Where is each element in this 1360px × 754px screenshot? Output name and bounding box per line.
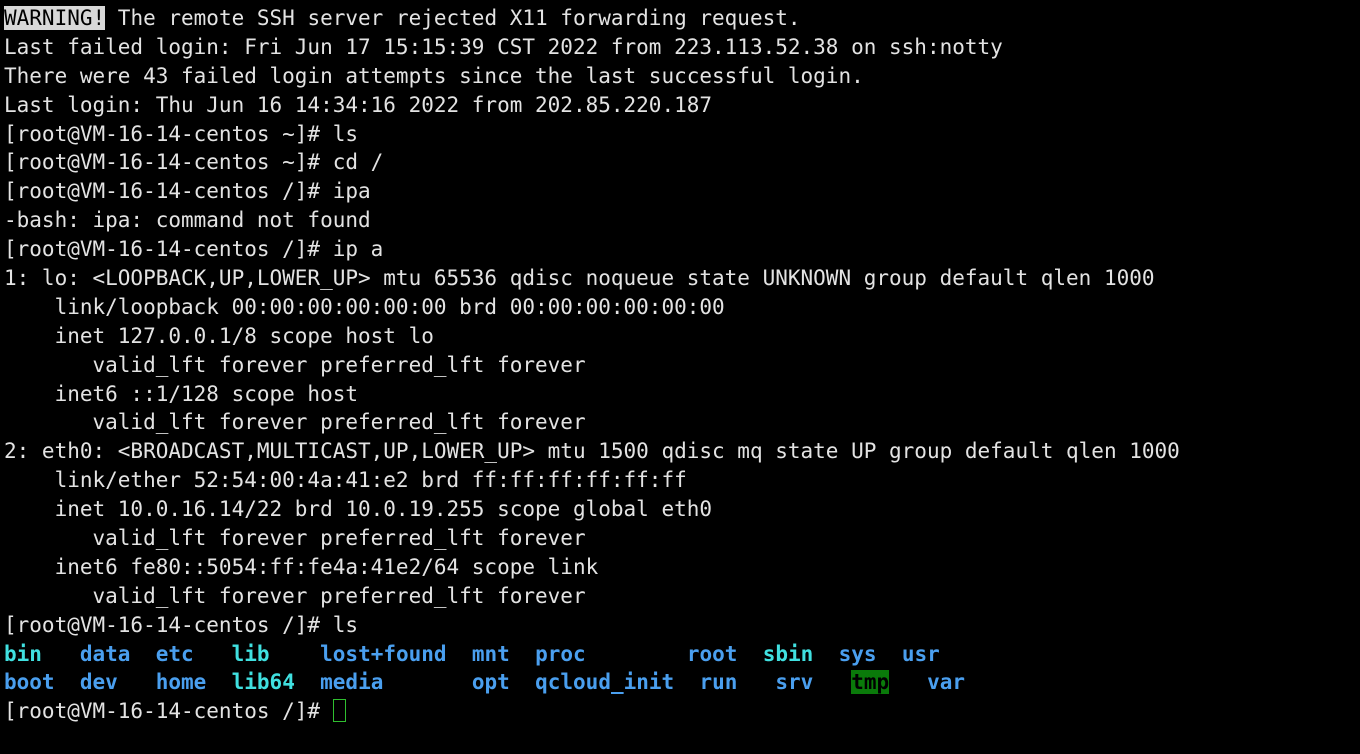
terminal-text-segment: valid_lft forever preferred_lft forever <box>4 583 586 608</box>
terminal-text-segment: Last login: Thu Jun 16 14:34:16 2022 fro… <box>4 92 713 117</box>
terminal-text-segment: 1: lo: <LOOPBACK,UP,LOWER_UP> mtu 65536 … <box>4 266 1155 291</box>
terminal-line-lo-inet6: inet6 ::1/128 scope host <box>4 380 1360 409</box>
terminal-text-segment: lib <box>231 641 270 666</box>
terminal-text-segment: opt <box>471 670 510 695</box>
terminal-text-segment: root <box>686 641 738 666</box>
terminal-line-cmd-ip-a: [root@VM-16-14-centos /]# ip a <box>4 235 1360 264</box>
terminal-line-warning-line: WARNING! The remote SSH server rejected … <box>4 4 1360 33</box>
terminal-line-lo-link: link/loopback 00:00:00:00:00:00 brd 00:0… <box>4 293 1360 322</box>
terminal-text-segment: [root@VM-16-14-centos /]# ip a <box>4 237 384 262</box>
terminal-text-segment: home <box>155 670 207 695</box>
terminal-text-segment: -bash: ipa: command not found <box>4 208 371 233</box>
terminal-text-segment: [root@VM-16-14-centos /]# ls <box>4 612 359 637</box>
terminal-text-segment: usr <box>901 641 940 666</box>
terminal-text-segment: sys <box>838 641 877 666</box>
terminal-text-segment: WARNING! <box>4 6 106 30</box>
terminal-text-segment: sbin <box>762 641 814 666</box>
terminal-text-segment: bin <box>4 641 42 666</box>
terminal-line-last-login: Last login: Thu Jun 16 14:34:16 2022 fro… <box>4 91 1360 120</box>
terminal-line-final-prompt: [root@VM-16-14-centos /]# <box>4 697 1360 726</box>
terminal-line-cmd-ipa-typo: [root@VM-16-14-centos /]# ipa <box>4 177 1360 206</box>
terminal-text-segment: var <box>927 670 966 695</box>
terminal-line-last-failed-login: Last failed login: Fri Jun 17 15:15:39 C… <box>4 33 1360 62</box>
terminal-text-segment: [root@VM-16-14-centos ~]# cd / <box>4 150 384 175</box>
terminal-line-cmd-cd-root: [root@VM-16-14-centos ~]# cd / <box>4 148 1360 177</box>
terminal-line-failed-attempts: There were 43 failed login attempts sinc… <box>4 62 1360 91</box>
terminal-line-eth0-inet6-lft: valid_lft forever preferred_lft forever <box>4 582 1360 611</box>
terminal-text-segment: boot <box>4 670 55 695</box>
terminal-text-segment: lost+found <box>320 641 447 666</box>
terminal-line-lo-iface: 1: lo: <LOOPBACK,UP,LOWER_UP> mtu 65536 … <box>4 264 1360 293</box>
terminal-line-eth0-inet-lft: valid_lft forever preferred_lft forever <box>4 524 1360 553</box>
terminal-line-ls-row-1: bin data etc lib lost+found mnt proc roo… <box>4 640 1360 669</box>
terminal-text-segment: inet 127.0.0.1/8 scope host lo <box>4 323 434 348</box>
terminal-text-segment: There were 43 failed login attempts sinc… <box>4 63 864 88</box>
terminal-text-segment: proc <box>535 641 586 666</box>
terminal-text-segment: lib64 <box>231 670 295 695</box>
terminal-text-segment: media <box>320 670 384 695</box>
terminal-text-segment: run <box>699 670 738 695</box>
terminal-line-eth0-link: link/ether 52:54:00:4a:41:e2 brd ff:ff:f… <box>4 466 1360 495</box>
terminal-line-eth0-inet6: inet6 fe80::5054:ff:fe4a:41e2/64 scope l… <box>4 553 1360 582</box>
terminal-line-ls-row-2: boot dev home lib64 media opt qcloud_ini… <box>4 668 1360 697</box>
terminal-text-segment: valid_lft forever preferred_lft forever <box>4 526 586 551</box>
terminal-text-segment: qcloud_init <box>535 670 675 695</box>
terminal-line-cmd-ls-root: [root@VM-16-14-centos /]# ls <box>4 611 1360 640</box>
terminal-text-segment: srv <box>775 670 814 695</box>
terminal-text-segment: etc <box>155 641 194 666</box>
terminal-text-segment: link/ether 52:54:00:4a:41:e2 brd ff:ff:f… <box>4 468 687 493</box>
terminal-text-segment: dev <box>79 670 118 695</box>
terminal-text-segment: The remote SSH server rejected X11 forwa… <box>105 6 801 30</box>
terminal-line-lo-inet: inet 127.0.0.1/8 scope host lo <box>4 322 1360 351</box>
terminal-text-segment: tmp <box>851 670 890 695</box>
terminal-screen[interactable]: WARNING! The remote SSH server rejected … <box>0 0 1360 754</box>
terminal-text-segment: 2: eth0: <BROADCAST,MULTICAST,UP,LOWER_U… <box>4 439 1180 464</box>
terminal-text-segment: valid_lft forever preferred_lft forever <box>4 410 586 435</box>
terminal-line-cmd-ls-home: [root@VM-16-14-centos ~]# ls <box>4 120 1360 149</box>
terminal-text-segment: [root@VM-16-14-centos ~]# ls <box>4 121 359 146</box>
terminal-line-lo-inet6-lft: valid_lft forever preferred_lft forever <box>4 408 1360 437</box>
terminal-text-segment: mnt <box>471 641 510 666</box>
terminal-text-segment: [root@VM-16-14-centos /]# ipa <box>4 179 371 204</box>
terminal-line-err-command-not-found: -bash: ipa: command not found <box>4 206 1360 235</box>
text-cursor[interactable] <box>332 699 346 723</box>
terminal-text-segment: [root@VM-16-14-centos /]# <box>4 699 333 724</box>
terminal-text-segment: inet 10.0.16.14/22 brd 10.0.19.255 scope… <box>4 497 713 522</box>
terminal-text-segment: link/loopback 00:00:00:00:00:00 brd 00:0… <box>4 294 725 319</box>
terminal-text-segment: inet6 ::1/128 scope host <box>4 381 359 406</box>
terminal-text-segment: Last failed login: Fri Jun 17 15:15:39 C… <box>4 34 1003 59</box>
terminal-line-eth0-inet: inet 10.0.16.14/22 brd 10.0.19.255 scope… <box>4 495 1360 524</box>
terminal-line-lo-inet-lft: valid_lft forever preferred_lft forever <box>4 351 1360 380</box>
terminal-text-segment: data <box>79 641 131 666</box>
terminal-line-eth0-iface: 2: eth0: <BROADCAST,MULTICAST,UP,LOWER_U… <box>4 437 1360 466</box>
terminal-text-segment: valid_lft forever preferred_lft forever <box>4 352 586 377</box>
terminal-text-segment: inet6 fe80::5054:ff:fe4a:41e2/64 scope l… <box>4 554 599 579</box>
